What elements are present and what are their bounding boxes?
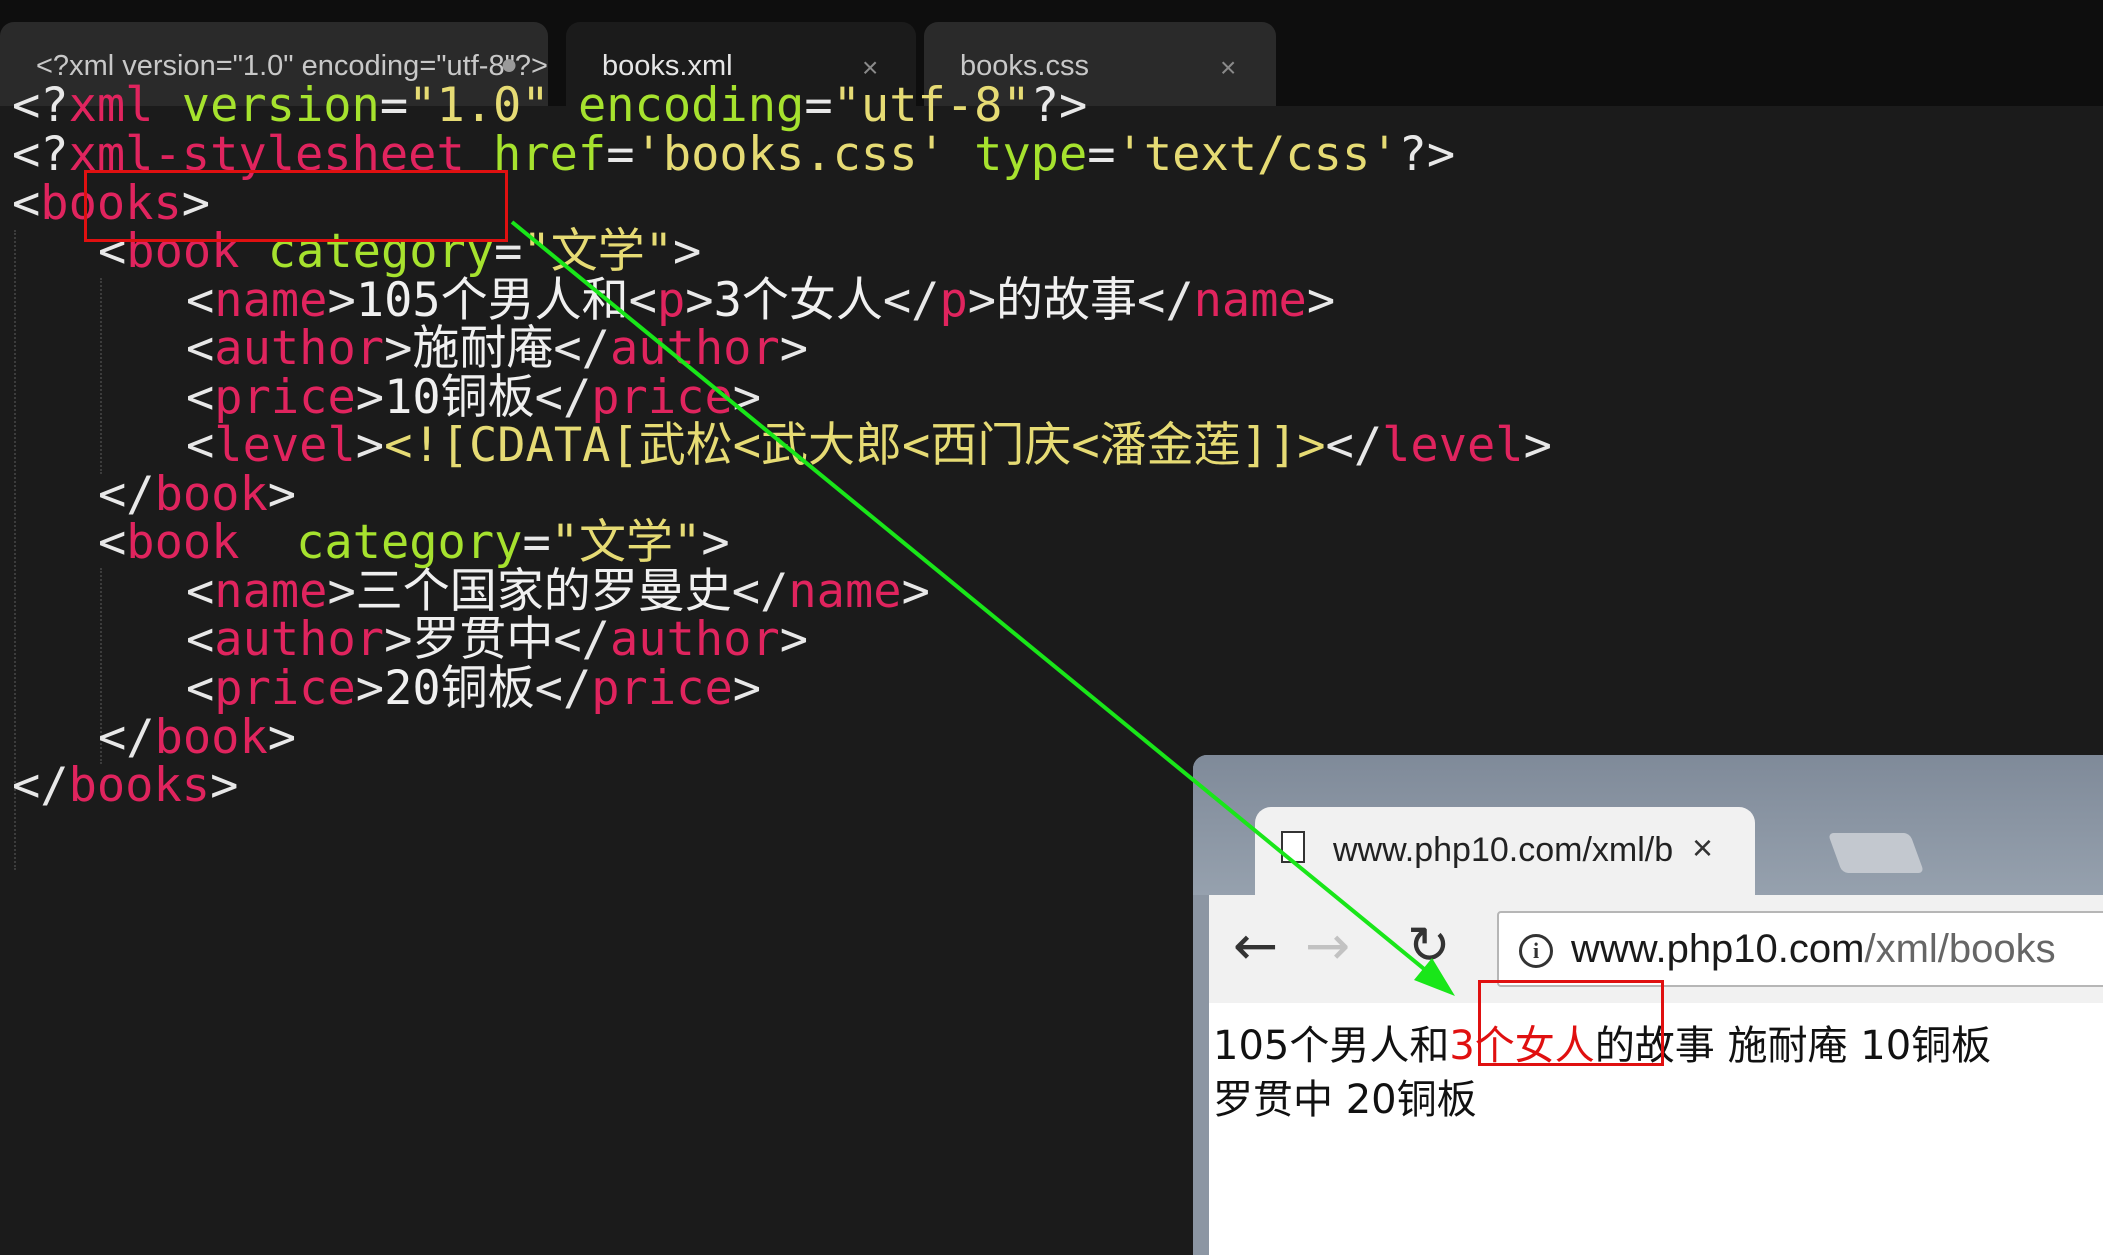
- code-token: =: [1087, 127, 1116, 182]
- code-token: >: [967, 273, 997, 328]
- url-path: /xml/books: [1864, 927, 2056, 971]
- code-token: >: [355, 418, 385, 473]
- code-token: >: [901, 564, 930, 619]
- browser-tab-title: www.php10.com/xml/b: [1333, 831, 1673, 869]
- code-token: >: [732, 661, 762, 716]
- code-token: 的故事: [996, 273, 1138, 328]
- code-line-8: <level><![CDATA[武松<武大郎<西门庆<潘金莲]]></level…: [186, 414, 1552, 478]
- code-token: price: [591, 661, 733, 716]
- code-token: 'books.css': [634, 127, 946, 182]
- forward-arrow-icon[interactable]: →: [1305, 919, 1350, 973]
- back-arrow-icon[interactable]: ←: [1233, 919, 1278, 973]
- page-icon: [1281, 831, 1305, 863]
- code-token: >: [210, 758, 239, 813]
- code-token: books: [68, 758, 211, 813]
- code-token: <![CDATA[武松<武大郎<西门庆<潘金莲]]>: [384, 418, 1326, 473]
- code-token: p: [939, 273, 968, 328]
- new-tab-button[interactable]: [1827, 833, 1925, 873]
- code-token: 'text/css': [1115, 127, 1399, 182]
- code-token: <: [98, 515, 127, 570]
- annotation-box-stylesheet: [84, 170, 508, 242]
- code-token: >: [1306, 273, 1336, 328]
- annotation-box-red-text: [1478, 980, 1664, 1066]
- info-icon[interactable]: i: [1519, 934, 1553, 968]
- code-token: </: [1325, 418, 1383, 473]
- code-token: </: [882, 273, 940, 328]
- code-token: >: [779, 321, 809, 376]
- code-token: ?>: [1398, 127, 1456, 182]
- code-token: >: [267, 710, 297, 765]
- code-token: >: [779, 612, 809, 667]
- indent-guide: [100, 278, 102, 474]
- code-token: >: [355, 661, 385, 716]
- code-token: =: [606, 127, 635, 182]
- close-icon[interactable]: ×: [1692, 827, 1713, 869]
- code-token: <: [12, 176, 41, 231]
- code-token: type: [974, 127, 1088, 182]
- code-token: </: [534, 661, 592, 716]
- code-token: href: [493, 127, 607, 182]
- reload-icon[interactable]: ↻: [1407, 919, 1451, 973]
- code-token: level: [1382, 418, 1524, 473]
- url-domain: www.php10.com: [1571, 927, 1865, 971]
- code-token: >: [1523, 418, 1552, 473]
- content-line-2: 罗贯中 20铜板: [1213, 1077, 1477, 1123]
- code-token: name: [1193, 273, 1307, 328]
- close-icon[interactable]: ×: [1220, 52, 1236, 84]
- code-line-15: </books>: [12, 754, 238, 818]
- address-bar[interactable]: i www.php10.com/xml/books: [1497, 911, 2103, 987]
- code-token: </: [1137, 273, 1194, 328]
- code-token: </: [12, 758, 69, 813]
- content-text: 105个男人和: [1213, 1023, 1450, 1069]
- code-token: 20铜板: [384, 661, 535, 716]
- address-url: www.php10.com/xml/books: [1571, 927, 2056, 972]
- browser-tab[interactable]: www.php10.com/xml/b ×: [1255, 807, 1755, 899]
